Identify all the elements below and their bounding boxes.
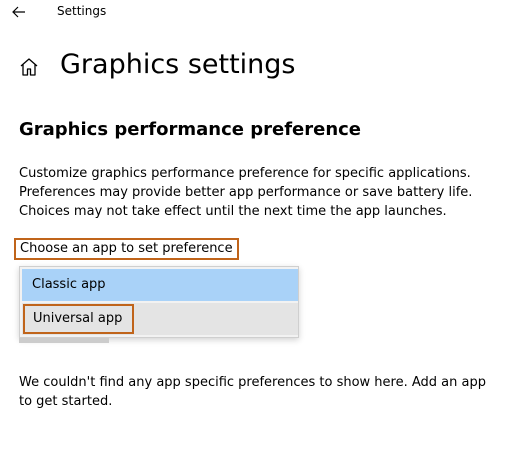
section-title: Graphics performance preference — [19, 119, 362, 140]
empty-state-line: to get started. — [19, 394, 113, 409]
app-type-dropdown[interactable]: Classic app Universal app — [19, 266, 299, 338]
home-button[interactable] — [18, 56, 40, 78]
combo-box-edge — [19, 338, 109, 343]
empty-state-line: We couldn't find any app specific prefer… — [19, 375, 486, 390]
page-title: Graphics settings — [60, 49, 296, 80]
description-line: Choices may not take effect until the ne… — [19, 204, 447, 219]
home-icon — [20, 58, 38, 76]
back-button[interactable] — [8, 2, 30, 22]
description-line: Preferences may provide better app perfo… — [19, 185, 473, 200]
description-line: Customize graphics performance preferenc… — [19, 166, 471, 181]
dropdown-option-classic-app[interactable]: Classic app — [22, 269, 298, 301]
dropdown-option-universal-app[interactable]: Universal app — [22, 303, 298, 335]
section-description: Customize graphics performance preferenc… — [19, 164, 519, 221]
title-bar: Settings — [0, 0, 526, 26]
window-title: Settings — [57, 4, 107, 18]
app-picker-label: Choose an app to set preference — [14, 238, 239, 260]
empty-state-message: We couldn't find any app specific prefer… — [19, 373, 489, 411]
arrow-left-icon — [12, 6, 25, 18]
dropdown-option-label: Universal app — [23, 304, 135, 334]
